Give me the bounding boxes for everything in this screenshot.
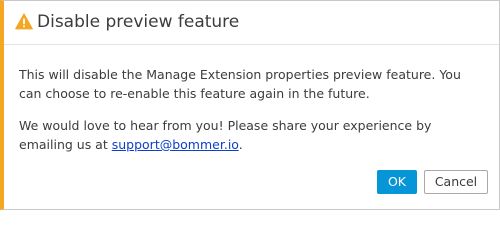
ok-button[interactable]: OK bbox=[377, 170, 417, 194]
dialog-header: Disable preview feature bbox=[4, 1, 499, 45]
feedback-period: . bbox=[238, 137, 243, 152]
dialog-title: Disable preview feature bbox=[37, 12, 240, 32]
disable-message: This will disable the Manage Extension p… bbox=[19, 67, 461, 101]
cancel-button[interactable]: Cancel bbox=[424, 170, 488, 194]
feedback-message: We would love to hear from you! Please s… bbox=[19, 116, 487, 154]
disable-preview-dialog: Disable preview feature This will disabl… bbox=[0, 0, 500, 210]
dialog-body: This will disable the Manage Extension p… bbox=[19, 65, 487, 154]
warning-icon bbox=[15, 13, 33, 30]
support-email-link[interactable]: support@bommer.io bbox=[112, 137, 239, 152]
